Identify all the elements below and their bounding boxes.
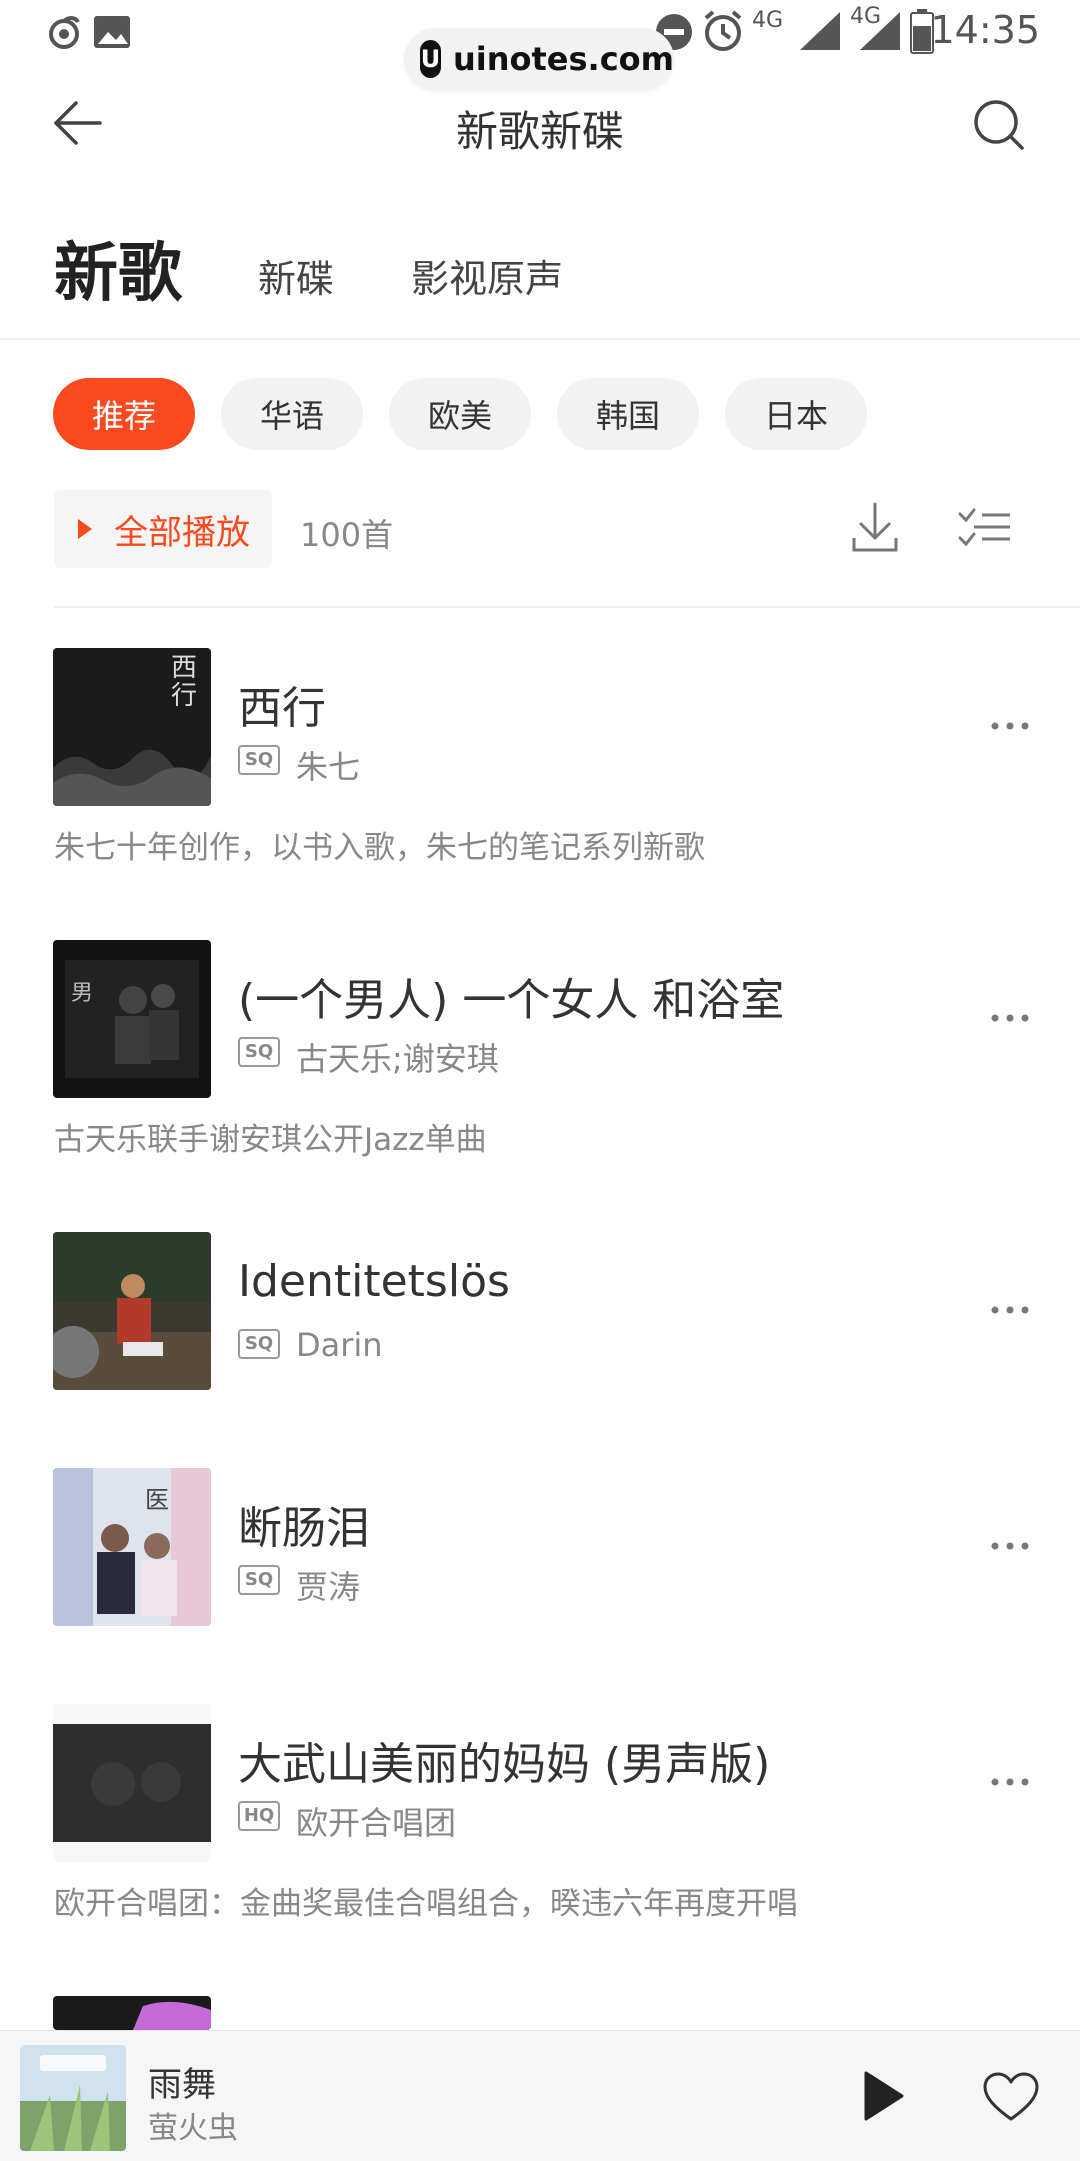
song-artist: 朱七 bbox=[296, 748, 361, 786]
quality-badge: SQ bbox=[238, 745, 280, 775]
album-cover bbox=[53, 1232, 211, 1390]
quality-badge: SQ bbox=[238, 1565, 280, 1595]
album-cover bbox=[53, 1704, 211, 1862]
song-description: 朱七十年创作，以书入歌，朱七的笔记系列新歌 bbox=[54, 830, 705, 866]
svg-text:西: 西 bbox=[171, 653, 197, 683]
now-playing-cover bbox=[20, 2045, 126, 2151]
svg-text:行: 行 bbox=[171, 681, 197, 711]
alarm-icon bbox=[704, 10, 742, 51]
album-cover-partial bbox=[53, 1996, 211, 2030]
song-title: 断肠泪 bbox=[238, 1503, 370, 1554]
now-playing-title: 雨舞 bbox=[148, 2065, 216, 2105]
quality-badge: SQ bbox=[238, 1329, 280, 1359]
network-type-label: 4G bbox=[752, 8, 784, 33]
song-description: 古天乐联手谢安琪公开Jazz单曲 bbox=[54, 1122, 487, 1158]
album-cover: 西 行 bbox=[53, 648, 211, 806]
song-artist: Darin bbox=[296, 1326, 383, 1364]
chip-recommend[interactable]: 推荐 bbox=[53, 378, 195, 450]
signal-icon bbox=[800, 12, 840, 50]
more-options-icon[interactable] bbox=[990, 720, 1030, 732]
chip-japanese[interactable]: 日本 bbox=[725, 378, 867, 450]
tab-new-albums[interactable]: 新碟 bbox=[258, 248, 334, 303]
clock: 14:35 bbox=[930, 8, 1040, 52]
more-options-icon[interactable] bbox=[990, 1304, 1030, 1316]
song-description: 欧开合唱团：金曲奖最佳合唱组合，暌违六年再度开唱 bbox=[54, 1886, 798, 1922]
watermark-logo: U bbox=[420, 40, 441, 78]
more-options-icon[interactable] bbox=[990, 1012, 1030, 1024]
page-title: 新歌新碟 bbox=[455, 107, 624, 156]
mini-player[interactable]: 雨舞 萤火虫 bbox=[0, 2030, 1080, 2161]
download-icon[interactable] bbox=[850, 500, 900, 556]
list-divider bbox=[54, 606, 1080, 608]
song-artist: 贾涛 bbox=[296, 1568, 361, 1606]
more-options-icon[interactable] bbox=[990, 1776, 1030, 1788]
heart-icon[interactable] bbox=[982, 2071, 1040, 2123]
svg-text:医: 医 bbox=[145, 1486, 169, 1514]
watermark-badge: U uinotes.com bbox=[404, 28, 674, 90]
tab-soundtracks[interactable]: 影视原声 bbox=[411, 248, 563, 303]
svg-text:男: 男 bbox=[71, 981, 93, 1006]
watermark-text: uinotes.com bbox=[452, 40, 674, 78]
song-title: (一个男人) 一个女人 和浴室 bbox=[238, 975, 785, 1026]
play-triangle-icon bbox=[78, 519, 92, 539]
chip-chinese[interactable]: 华语 bbox=[221, 378, 363, 450]
song-title: 大武山美丽的妈妈 (男声版) bbox=[238, 1739, 771, 1790]
play-icon[interactable] bbox=[862, 2069, 906, 2123]
signal-icon-2 bbox=[860, 12, 900, 50]
song-artist: 欧开合唱团 bbox=[296, 1804, 457, 1842]
play-all-button[interactable]: 全部播放 bbox=[54, 490, 272, 568]
multi-select-icon[interactable] bbox=[958, 504, 1012, 552]
tabs-divider bbox=[0, 338, 1080, 340]
app-notification-icon bbox=[49, 16, 80, 49]
album-cover: 男 bbox=[53, 940, 211, 1098]
song-count: 100首 bbox=[300, 516, 394, 554]
search-icon[interactable] bbox=[972, 98, 1026, 152]
play-all-label: 全部播放 bbox=[114, 512, 250, 553]
song-artist: 古天乐;谢安琪 bbox=[296, 1040, 499, 1078]
song-title: 西行 bbox=[238, 683, 326, 734]
album-cover: 医 bbox=[53, 1468, 211, 1626]
now-playing-artist: 萤火虫 bbox=[148, 2111, 238, 2146]
tab-new-songs[interactable]: 新歌 bbox=[54, 222, 182, 314]
quality-badge: SQ bbox=[238, 1037, 280, 1067]
chip-korean[interactable]: 韩国 bbox=[557, 378, 699, 450]
gallery-icon bbox=[94, 16, 130, 48]
chip-western[interactable]: 欧美 bbox=[389, 378, 531, 450]
song-title: Identitetslös bbox=[238, 1256, 510, 1307]
quality-badge: HQ bbox=[238, 1801, 280, 1831]
more-options-icon[interactable] bbox=[990, 1540, 1030, 1552]
